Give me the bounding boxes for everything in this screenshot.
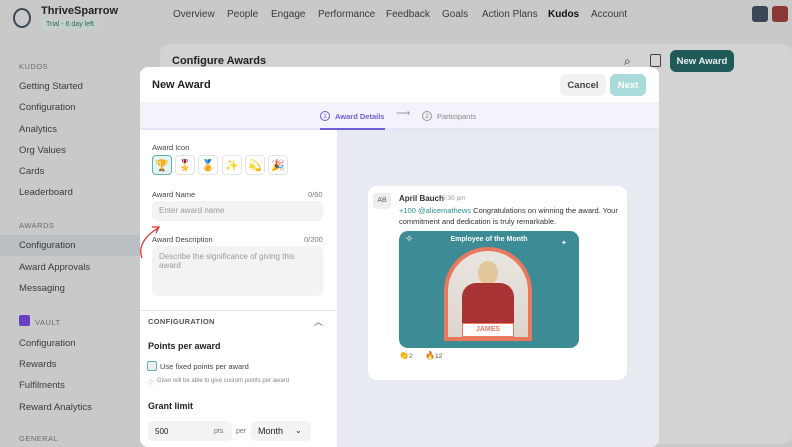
card-title: Employee of the Month — [450, 236, 528, 243]
fire-count: 12 — [434, 353, 443, 360]
per-label: per — [236, 428, 247, 435]
sidebar-analytics[interactable]: Analytics — [19, 124, 57, 135]
sparkles-icon[interactable]: ✨ — [222, 155, 242, 175]
preview-pane: AB April Bauch 5:30 pm +100 @alicemathew… — [338, 130, 659, 447]
new-award-button[interactable]: New Award — [670, 50, 734, 72]
avatar[interactable] — [772, 6, 788, 22]
points-hint: Giver will be able to give custom points… — [157, 378, 290, 384]
nav-account[interactable]: Account — [591, 9, 627, 20]
download-icon[interactable] — [650, 54, 661, 67]
section-awards: AWARDS — [19, 221, 55, 230]
portrait-frame: JAMES — [444, 247, 532, 341]
post-message: +100 @alicemathews Congratulations on wi… — [399, 206, 619, 227]
section-general: GENERAL — [19, 434, 59, 443]
period-select[interactable]: Month ⌄ — [251, 421, 311, 441]
sidebar-award-configuration[interactable]: Configuration — [19, 240, 76, 251]
nav-performance[interactable]: Performance — [318, 9, 375, 20]
trophy-icon[interactable]: 🏆 — [152, 155, 172, 175]
points-heading: Points per award — [148, 341, 221, 351]
nav-kudos[interactable]: Kudos — [548, 9, 579, 20]
sidebar-messaging[interactable]: Messaging — [19, 283, 65, 294]
grant-limit-heading: Grant limit — [148, 401, 194, 411]
fire-icon: 🔥 — [425, 351, 435, 360]
nav-engage[interactable]: Engage — [271, 9, 305, 20]
section-vault: VAULT — [35, 318, 61, 327]
page-title: Configure Awards — [172, 55, 267, 67]
help-icon[interactable] — [752, 6, 768, 22]
step-participants[interactable]: Participants — [437, 112, 476, 121]
award-description-input[interactable]: Describe the significance of giving this… — [152, 246, 323, 296]
author-name: April Bauch — [399, 194, 444, 203]
sidebar-fulfilments[interactable]: Fulfilments — [19, 380, 65, 391]
sidebar-award-approvals[interactable]: Award Approvals — [19, 262, 90, 273]
sidebar-getting-started[interactable]: Getting Started — [19, 81, 83, 92]
award-description-count: 0/200 — [304, 235, 323, 244]
sidebar-reward-analytics[interactable]: Reward Analytics — [19, 402, 92, 413]
sidebar-cards[interactable]: Cards — [19, 166, 44, 177]
section-kudos: KUDOS — [19, 62, 49, 71]
sidebar-configuration[interactable]: Configuration — [19, 102, 76, 113]
step-award-details[interactable]: Award Details — [335, 112, 384, 121]
points: +100 — [399, 206, 416, 215]
period-value: Month — [258, 426, 284, 436]
shooting-star-icon[interactable]: 💫 — [245, 155, 265, 175]
medal-ribbon-icon[interactable]: 🎖️ — [175, 155, 195, 175]
recipient-name: JAMES — [462, 323, 514, 337]
app-name: ThriveSparrow — [41, 5, 119, 17]
post-time: 5:30 pm — [442, 195, 466, 202]
medal-icon[interactable]: 🏅 — [198, 155, 218, 175]
stepper: 1 Award Details ⟶ 2 Participants — [140, 102, 659, 130]
modal-title: New Award — [152, 79, 211, 91]
author-avatar: AB — [373, 193, 391, 209]
award-card: ✧ ✦ Employee of the Month JAMES — [399, 231, 579, 348]
award-icon-label: Award Icon — [152, 143, 190, 152]
arrow-right-icon: ⟶ — [396, 108, 411, 119]
annotation-arrow-icon — [140, 226, 161, 259]
trial-badge: Trial - 6 day left — [42, 19, 98, 30]
logo-icon — [13, 8, 31, 28]
reaction-clap[interactable]: 👏2 — [399, 351, 413, 360]
chevron-down-icon: ⌄ — [295, 426, 302, 435]
grant-limit-value: 500 — [155, 427, 169, 436]
fixed-points-label[interactable]: Use fixed points per award — [160, 362, 249, 371]
award-name-label: Award Name — [152, 190, 196, 199]
sidebar-vault-configuration[interactable]: Configuration — [19, 338, 76, 349]
award-name-count: 0/60 — [308, 190, 323, 199]
reaction-fire[interactable]: 🔥12 — [425, 351, 442, 360]
sidebar-leaderboard[interactable]: Leaderboard — [19, 187, 73, 198]
cancel-button[interactable]: Cancel — [560, 74, 606, 96]
configuration-heading: CONFIGURATION — [148, 317, 215, 326]
new-award-modal: New Award Cancel Next 1 Award Details ⟶ … — [140, 67, 659, 447]
step-1-number: 1 — [320, 111, 330, 121]
chevron-up-icon[interactable]: ︿ — [314, 315, 323, 328]
grant-limit-input[interactable]: 500 pts — [148, 421, 232, 441]
award-name-input[interactable]: Enter award name — [152, 201, 323, 221]
clap-count: 2 — [408, 353, 413, 360]
divider — [140, 310, 337, 311]
nav-action-plans[interactable]: Action Plans — [482, 9, 538, 20]
preview-post: AB April Bauch 5:30 pm +100 @alicemathew… — [368, 186, 627, 380]
nav-people[interactable]: People — [227, 9, 258, 20]
party-popper-icon[interactable]: 🎉 — [268, 155, 288, 175]
nav-feedback[interactable]: Feedback — [386, 9, 430, 20]
info-icon: ⓘ — [148, 381, 155, 387]
step-2-number: 2 — [422, 111, 432, 121]
nav-goals[interactable]: Goals — [442, 9, 468, 20]
vault-icon — [19, 315, 30, 326]
mention[interactable]: @alicemathews — [418, 206, 471, 215]
nav-overview[interactable]: Overview — [173, 9, 215, 20]
next-button[interactable]: Next — [610, 74, 646, 96]
clap-icon: 👏 — [399, 351, 409, 360]
fixed-points-checkbox[interactable] — [147, 361, 157, 371]
sidebar-org-values[interactable]: Org Values — [19, 145, 66, 156]
pts-unit: pts — [214, 428, 224, 435]
sidebar-rewards[interactable]: Rewards — [19, 359, 57, 370]
